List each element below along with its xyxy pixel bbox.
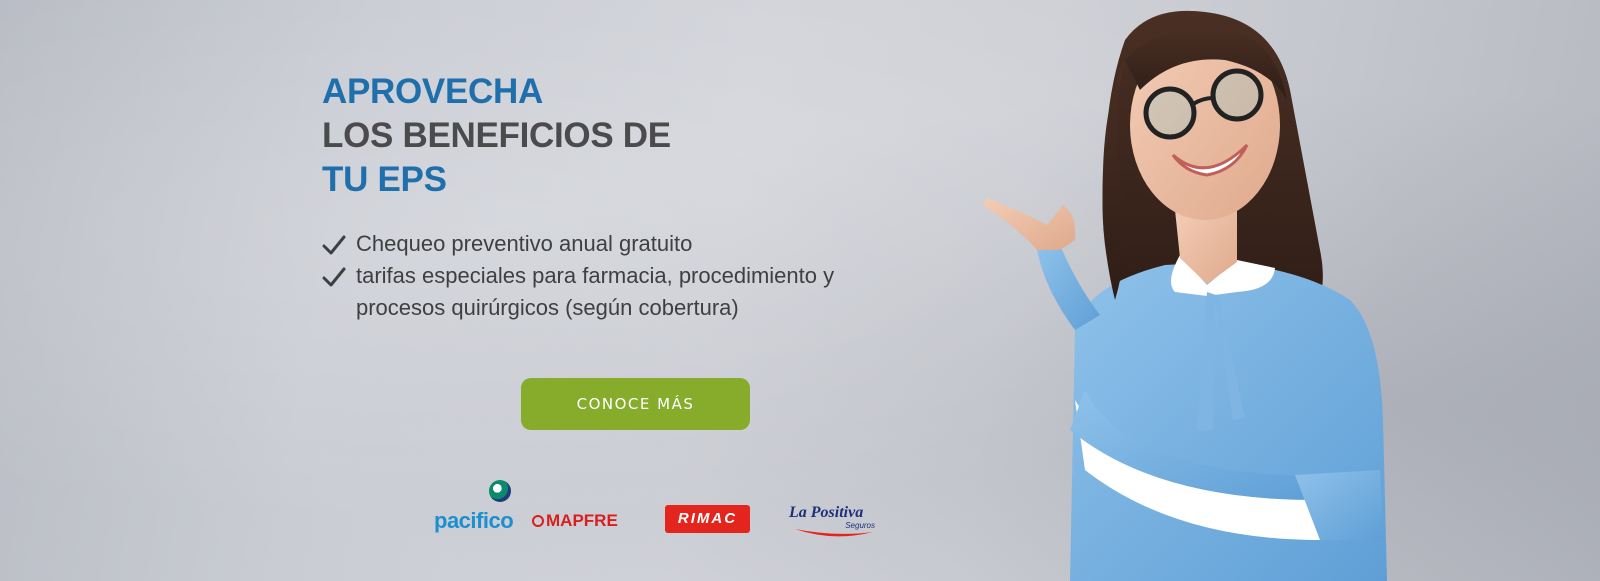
benefit-text: Chequeo preventivo anual gratuito <box>356 231 693 256</box>
conoce-mas-button[interactable]: CONOCE MÁS <box>521 378 750 430</box>
headline-line-1: APROVECHA <box>322 72 543 111</box>
la-positiva-wordmark: La Positiva <box>789 504 864 521</box>
woman-pointing-photo <box>983 10 1387 581</box>
benefit-item: tarifas especiales para farmacia, proced… <box>322 260 876 324</box>
pacifico-emblem-icon <box>489 480 511 502</box>
rimac-logo: RIMAC <box>665 505 750 533</box>
headline-line-2: LOS BENEFICIOS DE <box>322 116 671 155</box>
benefits-list: Chequeo preventivo anual gratuito tarifa… <box>322 228 876 324</box>
mapfre-logo: MAPFRE <box>532 511 618 533</box>
partner-logos: pacifico MAPFRE RIMAC La Positiva Seguro… <box>430 478 880 548</box>
la-positiva-logo: La Positiva Seguros <box>787 504 877 542</box>
hero-headline: APROVECHA LOS BENEFICIOS DE TU EPS <box>322 70 671 202</box>
check-icon <box>322 235 346 255</box>
la-positiva-swoosh-icon <box>795 529 873 537</box>
mapfre-wordmark: MAPFRE <box>546 511 618 530</box>
benefit-text: tarifas especiales para farmacia, proced… <box>356 263 835 320</box>
benefit-item: Chequeo preventivo anual gratuito <box>322 228 876 260</box>
headline-line-3: TU EPS <box>322 160 447 199</box>
mapfre-emblem-icon <box>532 515 544 527</box>
check-icon <box>322 267 346 287</box>
pacifico-wordmark: pacifico <box>434 508 514 533</box>
pacifico-logo: pacifico <box>434 478 514 538</box>
